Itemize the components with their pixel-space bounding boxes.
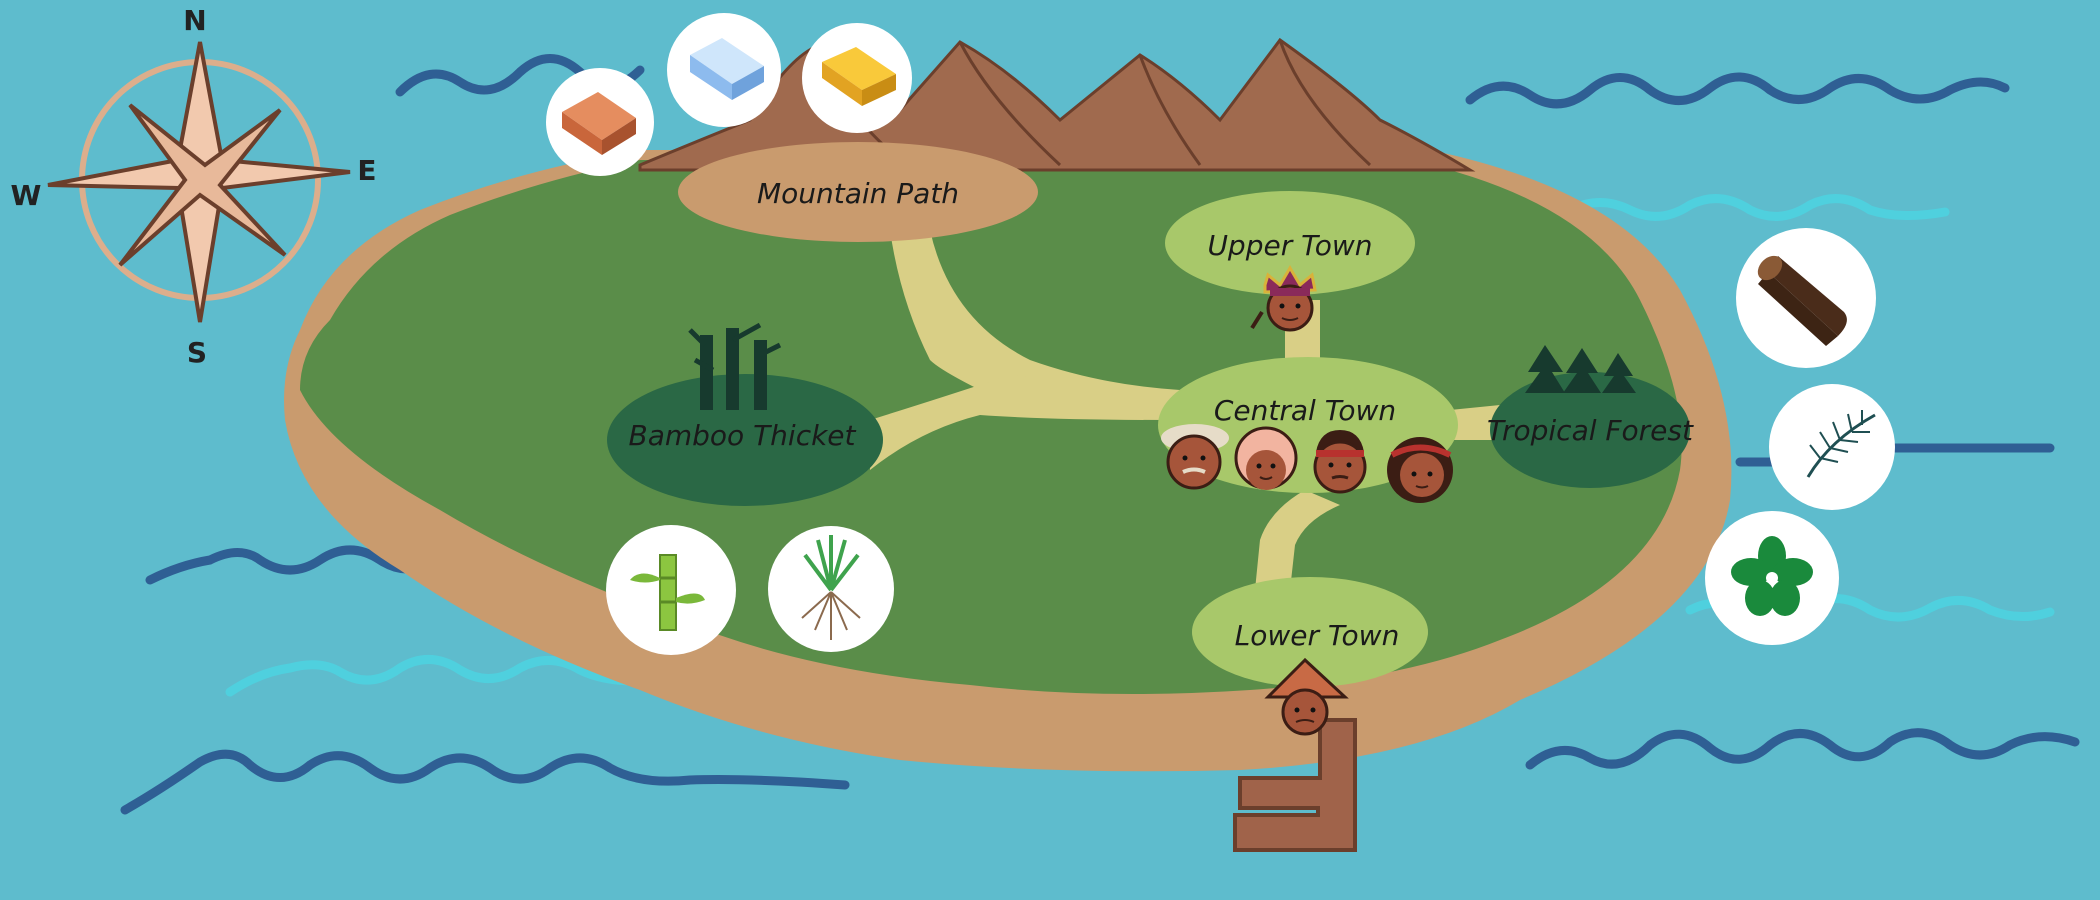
girl-with-red-headband-avatar[interactable]: [1387, 437, 1453, 503]
tropical-forest-label: Tropical Forest: [1487, 414, 1694, 447]
wood-log-icon[interactable]: [1736, 228, 1876, 368]
upper-town-label: Upper Town: [1207, 229, 1372, 262]
location-mountain-path[interactable]: Mountain Path: [678, 142, 1038, 242]
compass-south: S: [187, 336, 207, 369]
compass-east: E: [357, 154, 376, 187]
warrior-with-headband-avatar[interactable]: [1313, 430, 1367, 494]
grass-roots-icon[interactable]: [768, 526, 894, 652]
silver-ingot-icon[interactable]: [667, 13, 781, 127]
palm-leaf-icon[interactable]: [1769, 384, 1895, 510]
wave: [120, 749, 850, 815]
mountain-path-label: Mountain Path: [757, 177, 959, 210]
copper-ingot-icon[interactable]: [546, 68, 654, 176]
wave: [1525, 728, 2080, 770]
island-map: Mountain Path Upper Town Central Town Lo…: [11, 4, 2080, 852]
elder-woman-avatar[interactable]: [1234, 426, 1298, 490]
bamboo-icon[interactable]: [606, 525, 736, 655]
compass-north: N: [183, 4, 206, 37]
gold-ingot-icon[interactable]: [802, 23, 912, 133]
wave: [1465, 72, 2010, 109]
bamboo-thicket-label: Bamboo Thicket: [628, 419, 856, 452]
lower-town-label: Lower Town: [1235, 619, 1400, 652]
central-town-label: Central Town: [1214, 394, 1396, 427]
compass-west: W: [11, 179, 42, 212]
wave: [1565, 194, 1950, 221]
green-flower-icon[interactable]: [1705, 511, 1839, 645]
